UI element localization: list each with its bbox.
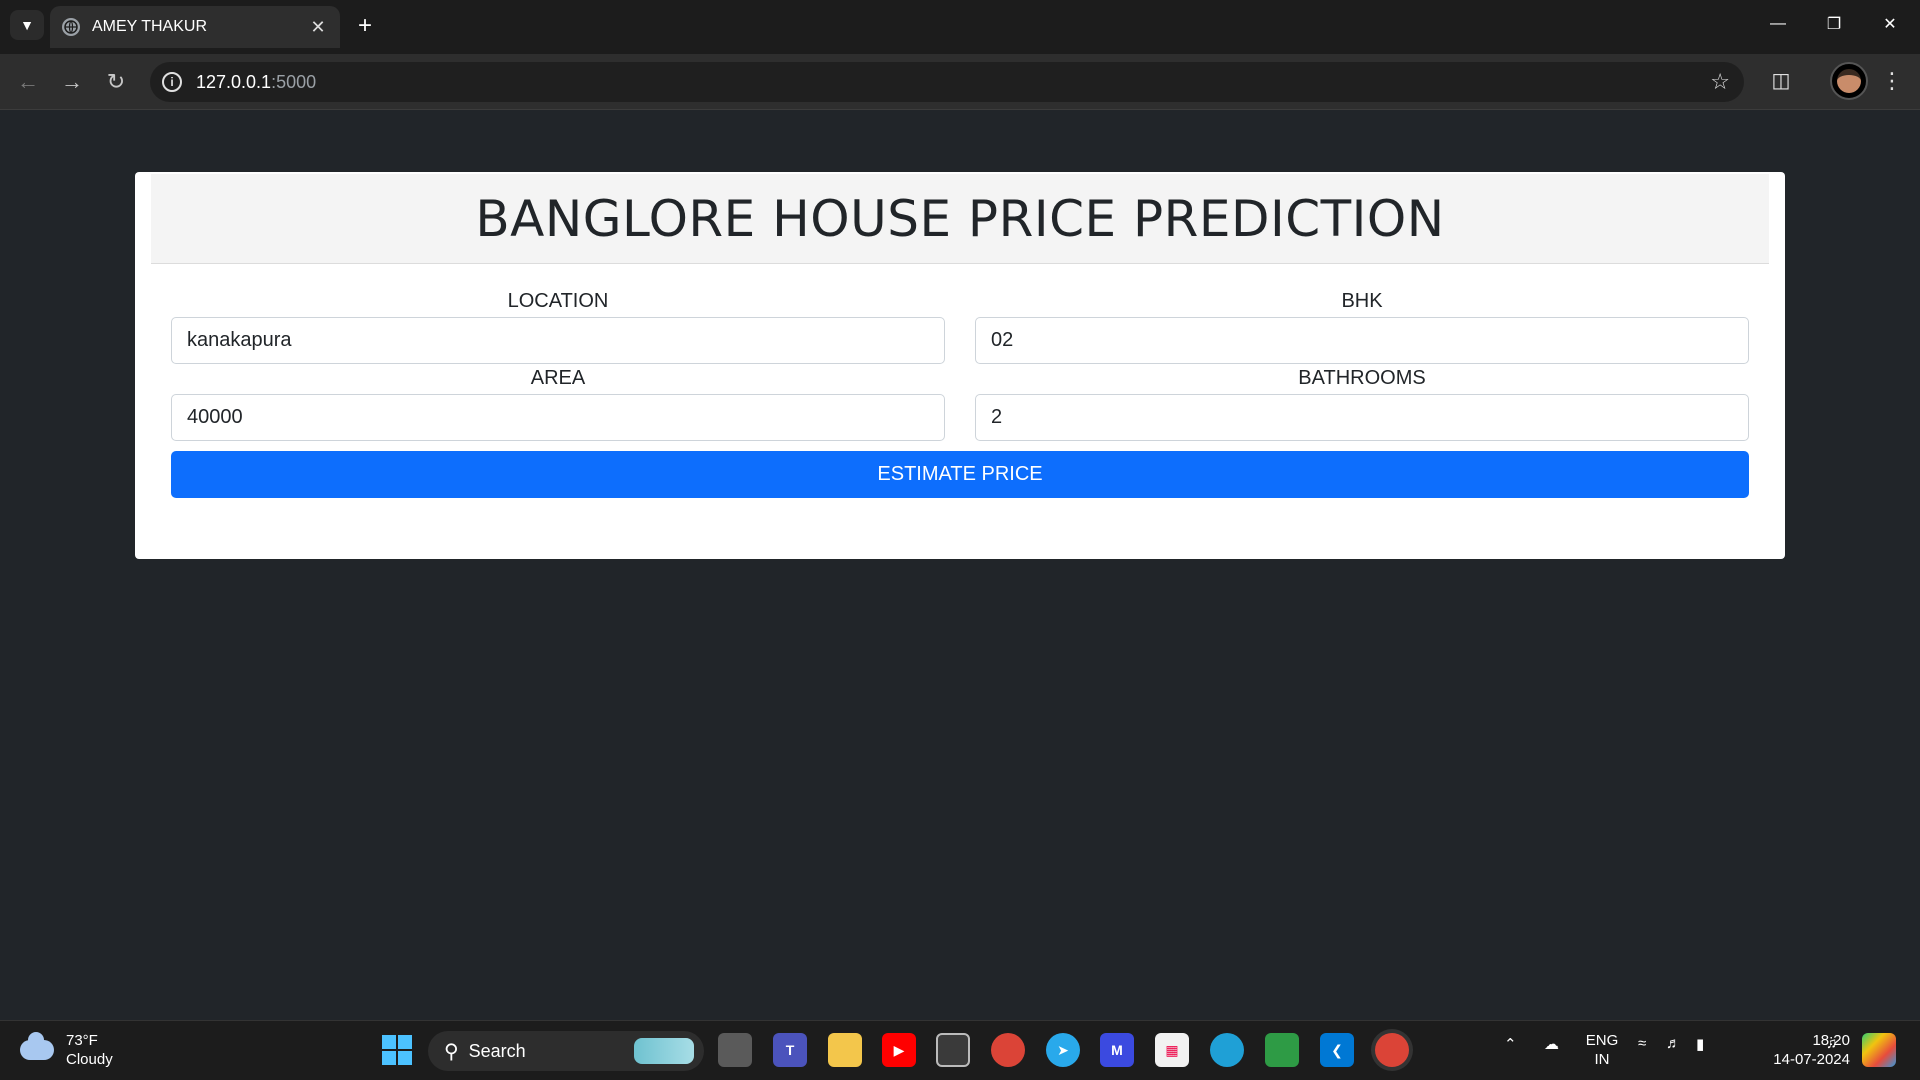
location-field: LOCATION — [171, 288, 945, 364]
battery-icon[interactable]: ▮ — [1696, 1035, 1704, 1053]
browser-menu-icon[interactable]: ⋮ — [1880, 66, 1904, 96]
location-label: LOCATION — [507, 290, 609, 312]
prediction-card: BANGLORE HOUSE PRICE PREDICTION LOCATION… — [135, 172, 1785, 559]
location-input[interactable] — [171, 317, 945, 364]
bhk-field: BHK — [975, 288, 1749, 364]
bathrooms-field: BATHROOMS — [975, 365, 1749, 441]
edge-icon[interactable] — [1210, 1033, 1244, 1067]
chrome-icon[interactable] — [991, 1033, 1025, 1067]
site-info-icon[interactable]: i — [162, 72, 182, 92]
area-label: AREA — [530, 367, 586, 389]
url-host: 127.0.0.1 — [196, 71, 272, 92]
region-code: IN — [1594, 1051, 1610, 1068]
microsoft-store-icon[interactable]: ▦ — [1155, 1033, 1189, 1067]
reload-button[interactable]: ↻ — [100, 66, 132, 98]
language-indicator[interactable]: ENG IN — [1584, 1031, 1620, 1069]
url-port: :5000 — [271, 71, 317, 92]
file-explorer-icon[interactable] — [828, 1033, 862, 1067]
system-clock[interactable]: 18:20 14-07-2024 — [1770, 1031, 1850, 1069]
clock-date: 14-07-2024 — [1773, 1051, 1850, 1068]
browser-tab-active[interactable]: AMEY THAKUR ✕ — [50, 6, 340, 48]
restore-button[interactable]: ❐ — [1806, 0, 1862, 48]
unity-icon[interactable] — [936, 1033, 970, 1067]
forward-button[interactable]: → — [56, 66, 88, 98]
tab-close-icon[interactable]: ✕ — [308, 17, 328, 38]
vscode-icon[interactable]: ❮ — [1320, 1033, 1354, 1067]
profile-avatar[interactable] — [1830, 62, 1868, 100]
clock-time: 18:20 — [1812, 1032, 1850, 1049]
weather-widget[interactable]: 73°F Cloudy — [20, 1031, 113, 1069]
tab-title: AMEY THAKUR — [92, 18, 207, 35]
minimize-button[interactable]: — — [1750, 0, 1806, 48]
bathrooms-label: BATHROOMS — [1298, 367, 1426, 389]
weather-condition: Cloudy — [66, 1051, 113, 1068]
area-input[interactable] — [171, 394, 945, 441]
youtube-icon[interactable]: ▶ — [882, 1033, 916, 1067]
estimate-price-button[interactable]: ESTIMATE PRICE — [171, 451, 1749, 498]
notification-bell-icon[interactable]: ♫ — [1826, 1035, 1837, 1052]
cloud-icon — [20, 1032, 54, 1060]
search-highlight-icon — [634, 1038, 694, 1064]
back-button[interactable]: ← — [12, 66, 44, 98]
onedrive-icon[interactable]: ☁ — [1544, 1035, 1559, 1053]
windows-start-icon[interactable] — [382, 1035, 412, 1065]
windows-taskbar: 73°F Cloudy ⚲ Search T ▶ ➤ M ▦ ❮ ⌃ ☁ ENG… — [0, 1020, 1920, 1080]
avatar-face — [1837, 69, 1861, 93]
copilot-icon[interactable] — [1862, 1033, 1896, 1067]
page-title: BANGLORE HOUSE PRICE PREDICTION — [475, 189, 1445, 248]
taskbar-search-label: Search — [468, 1040, 526, 1061]
bathrooms-input[interactable] — [975, 394, 1749, 441]
chrome-active-icon[interactable] — [1375, 1033, 1409, 1067]
language-code: ENG — [1585, 1032, 1619, 1049]
bookmark-star-icon[interactable]: ☆ — [1710, 69, 1730, 95]
bhk-label: BHK — [1341, 290, 1383, 312]
classroom-icon[interactable] — [1265, 1033, 1299, 1067]
area-field: AREA — [171, 365, 945, 441]
weather-temperature: 73°F — [66, 1032, 98, 1049]
bhk-input[interactable] — [975, 317, 1749, 364]
volume-icon[interactable]: ♬ — [1666, 1035, 1681, 1052]
browser-tabstrip: ▼ AMEY THAKUR ✕ + — ❐ ✕ — [0, 0, 1920, 54]
extensions-icon[interactable]: ◫ — [1766, 66, 1796, 96]
app-icon[interactable]: M — [1100, 1033, 1134, 1067]
search-icon: ⚲ — [444, 1040, 459, 1063]
taskbar-search[interactable]: ⚲ Search — [428, 1031, 704, 1071]
card-header: BANGLORE HOUSE PRICE PREDICTION — [151, 174, 1769, 264]
globe-icon — [62, 18, 80, 36]
close-window-button[interactable]: ✕ — [1862, 0, 1918, 48]
new-tab-button[interactable]: + — [350, 12, 380, 42]
address-bar[interactable]: i 127.0.0.1:5000 ☆ — [150, 62, 1744, 102]
telegram-icon[interactable]: ➤ — [1046, 1033, 1080, 1067]
teams-icon[interactable]: T — [773, 1033, 807, 1067]
chevron-down-icon: ▼ — [20, 17, 34, 33]
tray-overflow-icon[interactable]: ⌃ — [1504, 1035, 1517, 1053]
task-view-icon[interactable] — [718, 1033, 752, 1067]
tab-search-button[interactable]: ▼ — [10, 10, 44, 40]
browser-toolbar: ← → ↻ i 127.0.0.1:5000 ☆ ◫ ⋮ — [0, 54, 1920, 110]
wifi-icon[interactable]: ≈ — [1638, 1035, 1646, 1052]
